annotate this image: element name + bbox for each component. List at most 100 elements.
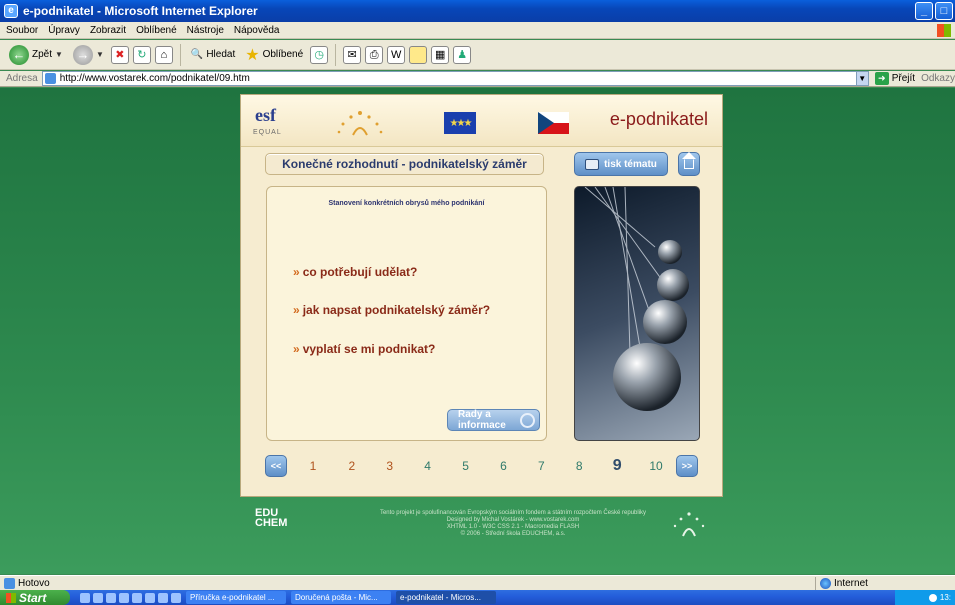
quicklaunch-icon[interactable]	[145, 592, 155, 603]
taskbar-item[interactable]: Příručka e-podnikatel ...	[186, 591, 286, 604]
page-link-5[interactable]: 5	[447, 459, 485, 473]
footer-text: Tento projekt je spolufinancován Evropsk…	[368, 510, 658, 538]
page-link-10[interactable]: 10	[636, 459, 676, 473]
page-link-8[interactable]: 8	[560, 459, 598, 473]
menu-edit[interactable]: Úpravy	[48, 25, 80, 36]
quicklaunch-icon[interactable]	[93, 592, 103, 603]
quick-launch	[80, 592, 181, 603]
forward-dropdown-icon[interactable]: ▼	[96, 50, 104, 59]
educhem-logo-line2: CHEM	[255, 517, 288, 529]
page-link-4[interactable]: 4	[409, 459, 447, 473]
status-bar: Hotovo Internet	[0, 575, 955, 590]
site-header: esf EQUAL ★★★ e-podnikatel	[241, 95, 722, 147]
topic-panel: Stanovení konkrétních obrysů mého podnik…	[266, 186, 547, 441]
quicklaunch-icon[interactable]	[158, 592, 168, 603]
toolbar: ← Zpět ▼ → ▼ ✖ ↻ ⌂ 🔍 Hledat ★ Oblíbené ◷…	[0, 40, 955, 70]
notes-button[interactable]	[409, 45, 428, 64]
site-home-button[interactable]	[678, 152, 700, 176]
site-footer: EDU CHEM Tento projekt je spolufinancová…	[240, 502, 723, 552]
question-link[interactable]: » jak napsat podnikatelský záměr?	[293, 303, 490, 317]
start-button[interactable]: Start	[0, 590, 70, 605]
advice-button[interactable]: Rady a informace	[447, 409, 540, 431]
menu-help[interactable]: Nápověda	[234, 25, 280, 36]
back-dropdown-icon[interactable]: ▼	[55, 50, 63, 59]
windows-flag-icon	[6, 592, 16, 603]
edit-button[interactable]: W	[387, 45, 406, 64]
print-topic-button[interactable]: tisk tématu	[574, 152, 668, 176]
page-content: esf EQUAL ★★★ e-podnikatel Konečné rozho…	[0, 88, 955, 574]
tray-icon[interactable]	[928, 593, 937, 602]
go-button[interactable]: ➜ Přejít	[874, 72, 916, 85]
star-icon: ★	[245, 46, 260, 64]
panel-subtitle: Stanovení konkrétních obrysů mého podnik…	[328, 200, 485, 207]
info-icon	[520, 413, 535, 428]
status-text: Hotovo	[18, 577, 50, 589]
start-label: Start	[19, 590, 47, 605]
printer-icon	[585, 158, 600, 170]
newtons-cradle-photo	[574, 186, 700, 441]
print-button[interactable]: ⎙	[365, 45, 384, 64]
go-arrow-icon: ➜	[874, 72, 889, 85]
taskbar-item-active[interactable]: e-podnikatel - Micros...	[396, 591, 496, 604]
quicklaunch-icon[interactable]	[132, 592, 142, 603]
ie-logo-icon: e	[4, 4, 18, 18]
question-link[interactable]: » co potřebují udělat?	[293, 265, 417, 279]
home-button[interactable]: ⌂	[154, 45, 173, 64]
footer-line: Designed by Michal Vostárek - www.vostar…	[446, 517, 580, 523]
question-marker: »	[293, 303, 300, 317]
next-page-button[interactable]: >>	[676, 455, 698, 477]
research-button[interactable]: ▦	[431, 45, 450, 64]
page-link-7[interactable]: 7	[522, 459, 560, 473]
quicklaunch-icon[interactable]	[106, 592, 116, 603]
security-zone: Internet	[815, 577, 868, 590]
address-input[interactable]: http://www.vostarek.com/podnikatel/09.ht…	[41, 71, 869, 86]
page-link-9-current[interactable]: 9	[598, 457, 636, 475]
forward-arrow-icon: →	[72, 44, 93, 65]
quicklaunch-icon[interactable]	[80, 592, 90, 603]
links-button[interactable]: Odkazy	[921, 73, 955, 84]
page-link-6[interactable]: 6	[484, 459, 522, 473]
search-icon: 🔍	[190, 49, 204, 60]
page-link-3[interactable]: 3	[371, 459, 409, 473]
address-dropdown-icon[interactable]: ▼	[855, 72, 868, 85]
esf-logo: esf	[255, 105, 276, 125]
question-text: co potřebují udělat?	[302, 265, 418, 279]
forward-button[interactable]: → ▼	[70, 43, 107, 67]
question-text: jak napsat podnikatelský záměr?	[302, 303, 491, 317]
favorites-button[interactable]: ★ Oblíbené	[242, 43, 306, 67]
go-label: Přejít	[891, 73, 916, 84]
maximize-button[interactable]: □	[935, 2, 953, 20]
menu-file[interactable]: Soubor	[6, 25, 38, 36]
page-link-1[interactable]: 1	[293, 459, 333, 473]
minimize-button[interactable]: _	[915, 2, 933, 20]
search-button[interactable]: 🔍 Hledat	[188, 43, 238, 67]
newtons-cradle-image	[584, 187, 689, 411]
page-link-2[interactable]: 2	[333, 459, 371, 473]
history-button[interactable]: ◷	[310, 45, 329, 64]
menu-tools[interactable]: Nástroje	[187, 25, 224, 36]
stop-button[interactable]: ✖	[110, 45, 129, 64]
messenger-button[interactable]: ♟	[453, 45, 472, 64]
prev-page-button[interactable]: <<	[265, 455, 287, 477]
menu-view[interactable]: Zobrazit	[90, 25, 126, 36]
print-topic-label: tisk tématu	[604, 158, 657, 170]
toolbar-separator	[179, 43, 181, 66]
refresh-button[interactable]: ↻	[132, 45, 151, 64]
quicklaunch-icon[interactable]	[119, 592, 129, 603]
globe-icon	[820, 578, 831, 589]
question-link[interactable]: » vyplatí se mi podnikat?	[293, 342, 435, 356]
page-navigation: << 1 2 3 4 5 6 7 8 9 10 >>	[265, 453, 698, 479]
question-marker: »	[293, 265, 300, 279]
window-titlebar[interactable]: e e-podnikatel - Microsoft Internet Expl…	[0, 0, 955, 22]
topic-title: Konečné rozhodnutí - podnikatelský záměr	[265, 153, 544, 175]
question-marker: »	[293, 342, 300, 356]
mail-button[interactable]: ✉	[343, 45, 362, 64]
menu-favorites[interactable]: Oblíbené	[136, 25, 177, 36]
taskbar: Start Příručka e-podnikatel ... Doručená…	[0, 590, 955, 605]
search-label: Hledat	[206, 49, 236, 60]
taskbar-item[interactable]: Doručená pošta - Mic...	[291, 591, 391, 604]
eu-flag-icon: ★★★	[444, 112, 476, 134]
system-tray: 13:	[895, 590, 955, 605]
back-button[interactable]: ← Zpět ▼	[6, 43, 66, 67]
quicklaunch-icon[interactable]	[171, 592, 181, 603]
